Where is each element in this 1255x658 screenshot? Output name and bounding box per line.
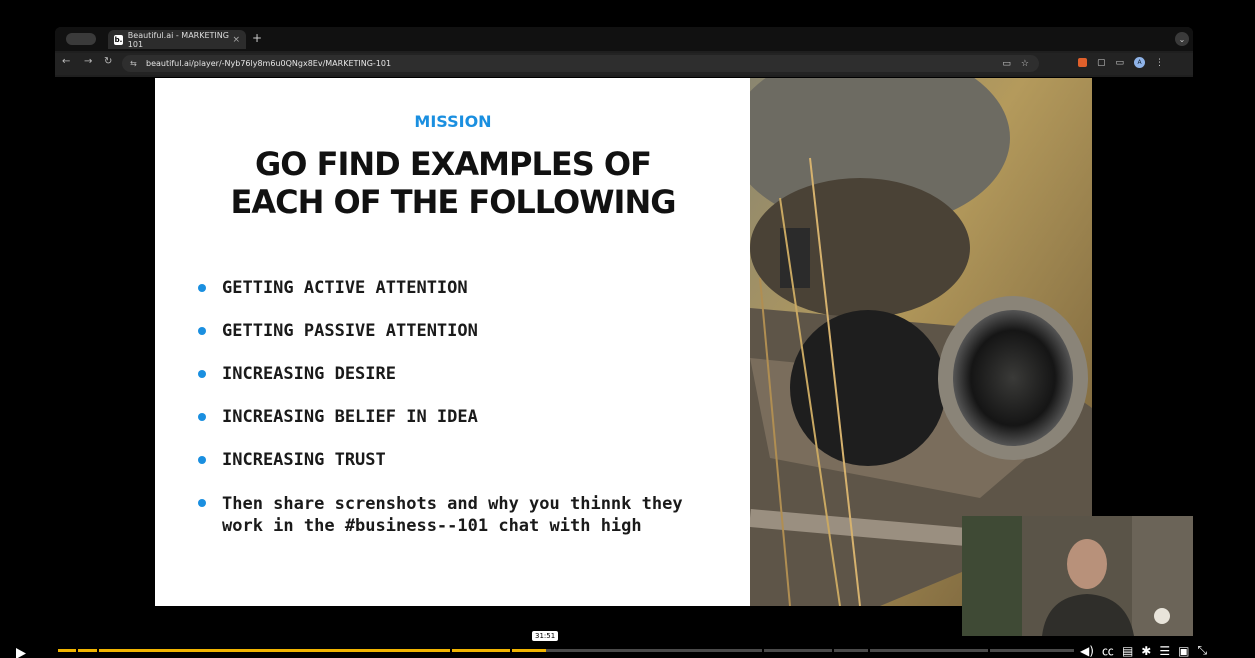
favicon-icon: b. [114,34,123,45]
bullet-dot [198,413,206,421]
extensions-area: ▢ ▭ A ⋮ [1078,57,1164,68]
bullet-dot [198,284,206,292]
profile-avatar[interactable]: A [1134,57,1146,68]
bookmark-star-icon[interactable]: ☆ [1021,59,1029,69]
chapter-marker [450,648,452,653]
extension-icon[interactable] [1078,58,1087,67]
slide-title: GO FIND EXAMPLES OF EACH OF THE FOLLOWIN… [155,145,751,221]
tab-title: Beautiful.ai - MARKETING 101 [127,30,229,49]
chapter-marker [76,648,78,653]
menu-icon[interactable]: ⋮ [1155,58,1164,68]
bullet-dot [198,499,206,507]
slide-title-line2: EACH OF THE FOLLOWING [230,183,677,221]
captions-icon[interactable]: ㏄ [1102,642,1114,658]
list-item: INCREASING DESIRE [198,364,718,385]
slide-title-line1: GO FIND EXAMPLES OF [255,145,652,183]
slide-kicker: MISSION [414,112,492,131]
list-item: GETTING ACTIVE ATTENTION [198,278,718,299]
site-info-icon[interactable]: ⇆ [130,59,142,68]
chapters-icon[interactable]: ☰ [1159,644,1170,658]
tab-group-chip[interactable] [66,33,96,45]
settings-icon[interactable]: ✱ [1141,644,1151,658]
chapter-marker [868,648,870,653]
chapter-marker [510,648,512,653]
bullet-dot [198,327,206,335]
chapter-marker [97,648,99,653]
presenter-video-icon [962,516,1193,636]
transcript-icon[interactable]: ▤ [1122,644,1133,658]
url-text: beautiful.ai/player/-Nyb76ly8m6u0QNgx8Ev… [146,59,392,68]
player-controls: ◀) ㏄ ▤ ✱ ☰ ▣ ⤡ [1080,642,1207,658]
list-item: Then share screnshots and why you thinnk… [198,493,718,537]
puzzle-icon[interactable]: ▢ [1097,58,1106,68]
chapter-marker [832,648,834,653]
exit-fullscreen-icon[interactable]: ⤡ [1197,643,1207,658]
chapter-marker [988,648,990,653]
install-icon[interactable]: ▭ [1002,59,1011,69]
play-icon[interactable] [16,644,26,658]
tab-beautiful-ai[interactable]: b. Beautiful.ai - MARKETING 101 × [108,30,246,49]
time-tooltip: 31:51 [532,631,559,641]
bullet-dot [198,456,206,464]
back-icon[interactable]: ← [62,56,70,67]
new-tab-button[interactable]: + [252,31,262,45]
cast-icon[interactable]: ▭ [1116,58,1125,68]
webcam-overlay [962,516,1193,636]
list-item: INCREASING BELIEF IN IDEA [198,407,718,428]
tab-search-icon[interactable]: ⌄ [1175,32,1189,46]
list-item: INCREASING TRUST [198,450,718,471]
miniplayer-icon[interactable]: ▣ [1178,644,1189,658]
bullet-list: GETTING ACTIVE ATTENTION GETTING PASSIVE… [198,278,718,559]
progress-fill [58,649,546,652]
chapter-marker [762,648,764,653]
bullet-dot [198,370,206,378]
list-item: GETTING PASSIVE ATTENTION [198,321,718,342]
forward-icon[interactable]: → [84,56,92,67]
reload-icon[interactable]: ↻ [104,56,112,67]
address-bar[interactable]: ⇆ beautiful.ai/player/-Nyb76ly8m6u0QNgx8… [122,55,1039,72]
volume-icon[interactable]: ◀) [1080,644,1094,658]
tab-close-icon[interactable]: × [232,35,240,45]
